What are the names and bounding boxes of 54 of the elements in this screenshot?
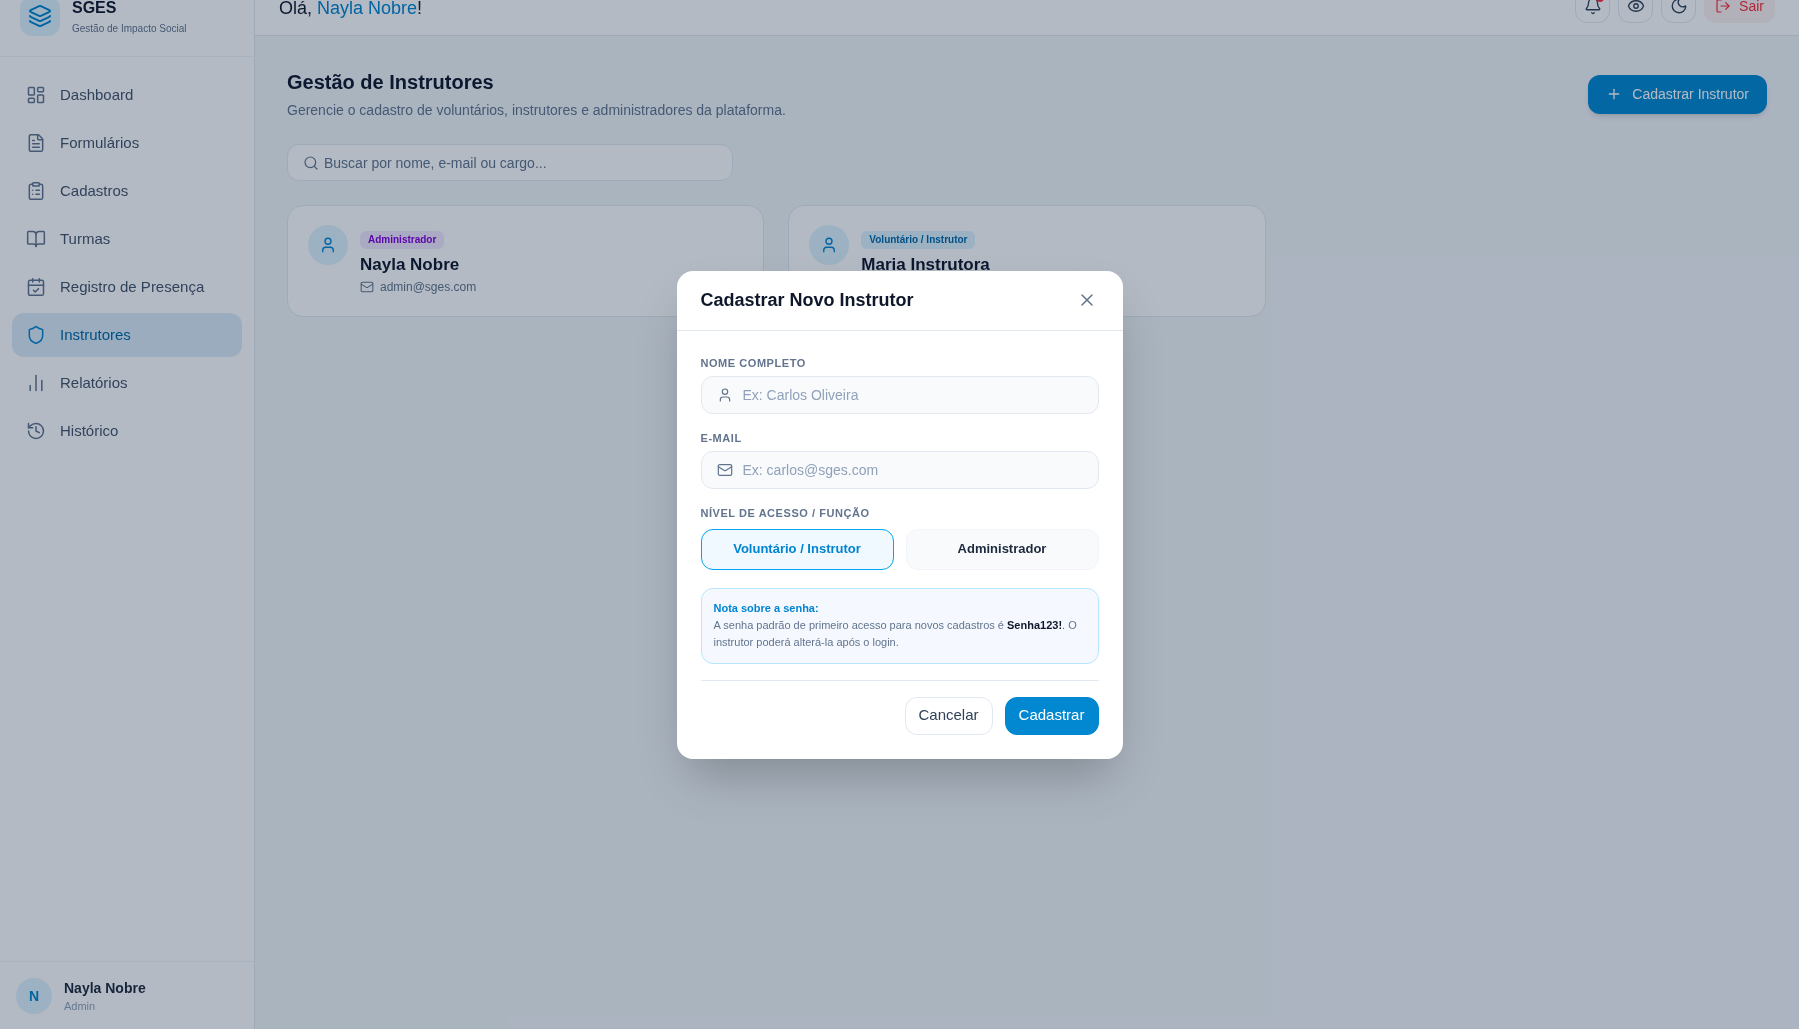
role-option[interactable]: Voluntário / Instrutor bbox=[700, 528, 894, 570]
page-subtitle: Gerencie o cadastro de voluntários, instrutores e administradores da plataforma. bbox=[287, 101, 786, 120]
calendar-check-icon bbox=[26, 277, 46, 297]
user-role: Admin bbox=[64, 998, 97, 1014]
submit-button[interactable]: Cadastrar bbox=[1004, 696, 1099, 735]
instructor-name: Maria Instrutora bbox=[861, 254, 990, 276]
search-field[interactable]: Buscar por nome, e-mail ou cargo... bbox=[287, 144, 733, 181]
shield-icon bbox=[26, 325, 46, 345]
logout-button[interactable]: Sair bbox=[1704, 0, 1775, 23]
field-label: E-MAIL bbox=[700, 430, 743, 446]
book-icon bbox=[26, 229, 46, 249]
role-badge: Voluntário / Instrutor bbox=[861, 231, 976, 249]
page-title: Gestão de Instrutores bbox=[287, 70, 495, 95]
role-badge: Administrador bbox=[360, 231, 445, 249]
logout-icon bbox=[1715, 0, 1732, 14]
bar-chart-icon bbox=[26, 373, 46, 393]
grid-icon bbox=[26, 85, 46, 105]
bell-icon bbox=[1583, 0, 1602, 15]
user-name: Nayla Nobre bbox=[64, 978, 146, 998]
cancel-button[interactable]: Cancelar bbox=[904, 696, 993, 735]
mail-icon bbox=[716, 461, 733, 478]
nav-item[interactable]: Instrutores bbox=[12, 313, 242, 357]
moon-icon bbox=[1669, 0, 1688, 15]
note-text: A senha padrão de primeiro acesso para novos cadastros é Senha123!. O instrutor poderá alterá-la após o login. bbox=[713, 617, 1078, 650]
history-icon bbox=[26, 421, 46, 441]
field-label: NÍVEL DE ACESSO / FUNÇÃO bbox=[700, 505, 871, 521]
user-avatar-icon bbox=[809, 225, 850, 265]
mail-icon bbox=[360, 280, 374, 294]
greeting-text: Olá, Nayla Nobre! bbox=[279, 0, 423, 17]
instructor-name: Nayla Nobre bbox=[360, 254, 460, 276]
field-label: NOME COMPLETO bbox=[700, 355, 807, 371]
nav-item[interactable]: Cadastros bbox=[12, 169, 242, 213]
nav-item[interactable]: Histórico bbox=[12, 409, 242, 453]
document-icon bbox=[26, 133, 46, 153]
nav-item[interactable]: Dashboard bbox=[12, 73, 242, 117]
nav-item[interactable]: Relatórios bbox=[12, 361, 242, 405]
brand-name: SGES bbox=[72, 0, 118, 18]
user-avatar-icon bbox=[308, 225, 348, 265]
instructor-email: admin@sges.com bbox=[380, 279, 477, 295]
layers-icon bbox=[20, 0, 60, 36]
modal-title: Cadastrar Novo Instrutor bbox=[700, 289, 914, 312]
nav-item[interactable]: Registro de Presença bbox=[12, 265, 242, 309]
role-option[interactable]: Administrador bbox=[905, 528, 1099, 570]
brand-subtitle: Gestão de Impacto Social bbox=[72, 21, 187, 35]
input-field[interactable]: Ex: Carlos Oliveira bbox=[700, 375, 1099, 414]
search-icon bbox=[303, 154, 319, 171]
eye-icon bbox=[1626, 0, 1645, 15]
nav-item[interactable]: Formulários bbox=[12, 121, 242, 165]
clipboard-icon bbox=[26, 181, 46, 201]
add-instructor-button[interactable]: Cadastrar Instrutor bbox=[1588, 74, 1767, 114]
input-field[interactable]: Ex: carlos@sges.com bbox=[700, 450, 1099, 489]
nav-item[interactable]: Turmas bbox=[12, 217, 242, 261]
user-avatar: N bbox=[16, 977, 52, 1014]
note-title: Nota sobre a senha: bbox=[713, 600, 820, 615]
